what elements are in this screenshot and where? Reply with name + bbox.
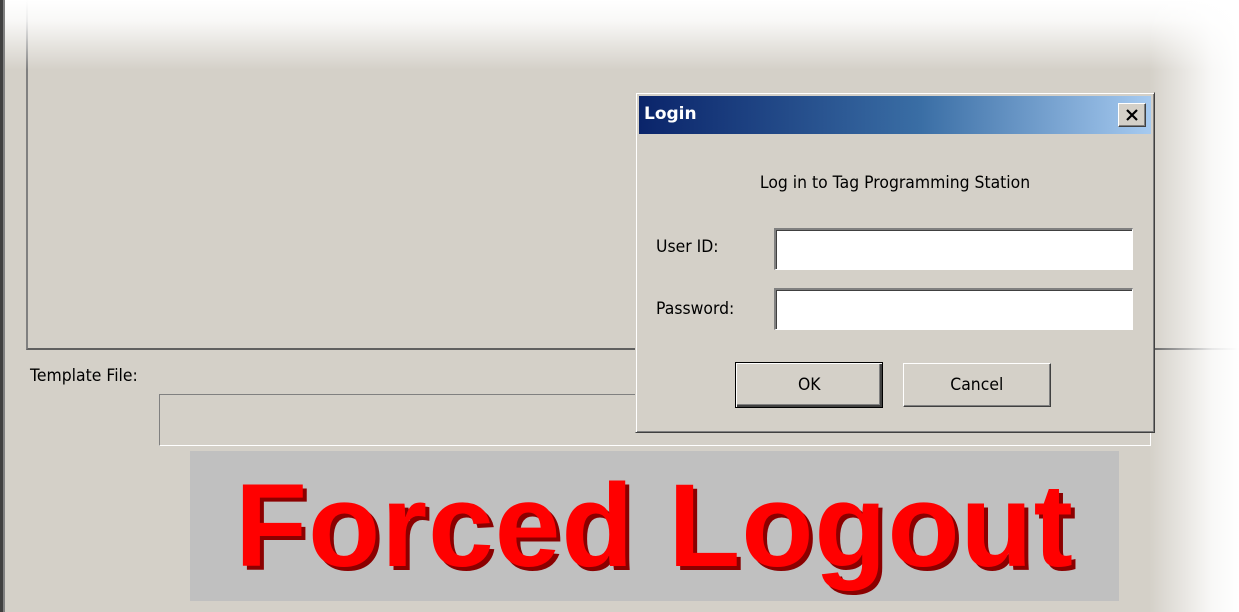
login-dialog: Login Log in to Tag Programming Station …: [635, 92, 1155, 433]
close-button[interactable]: [1118, 103, 1146, 127]
template-file-label: Template File:: [30, 366, 138, 386]
user-id-label: User ID:: [656, 237, 719, 257]
dialog-titlebar[interactable]: Login: [639, 96, 1151, 134]
dialog-subtitle: Log in to Tag Programming Station: [759, 173, 1031, 193]
forced-logout-banner: Forced Logout: [190, 451, 1119, 601]
left-window-border-inner: [3, 0, 5, 612]
password-input[interactable]: [774, 288, 1133, 330]
ok-button[interactable]: OK: [735, 362, 883, 408]
ok-button-label: OK: [797, 375, 821, 395]
password-label: Password:: [656, 299, 735, 319]
forced-logout-text: Forced Logout: [235, 460, 1074, 592]
user-id-input[interactable]: [774, 228, 1133, 270]
cancel-button[interactable]: Cancel: [903, 363, 1051, 407]
close-icon: [1126, 109, 1138, 121]
cancel-button-label: Cancel: [950, 375, 1004, 395]
dialog-title: Login: [644, 104, 697, 124]
